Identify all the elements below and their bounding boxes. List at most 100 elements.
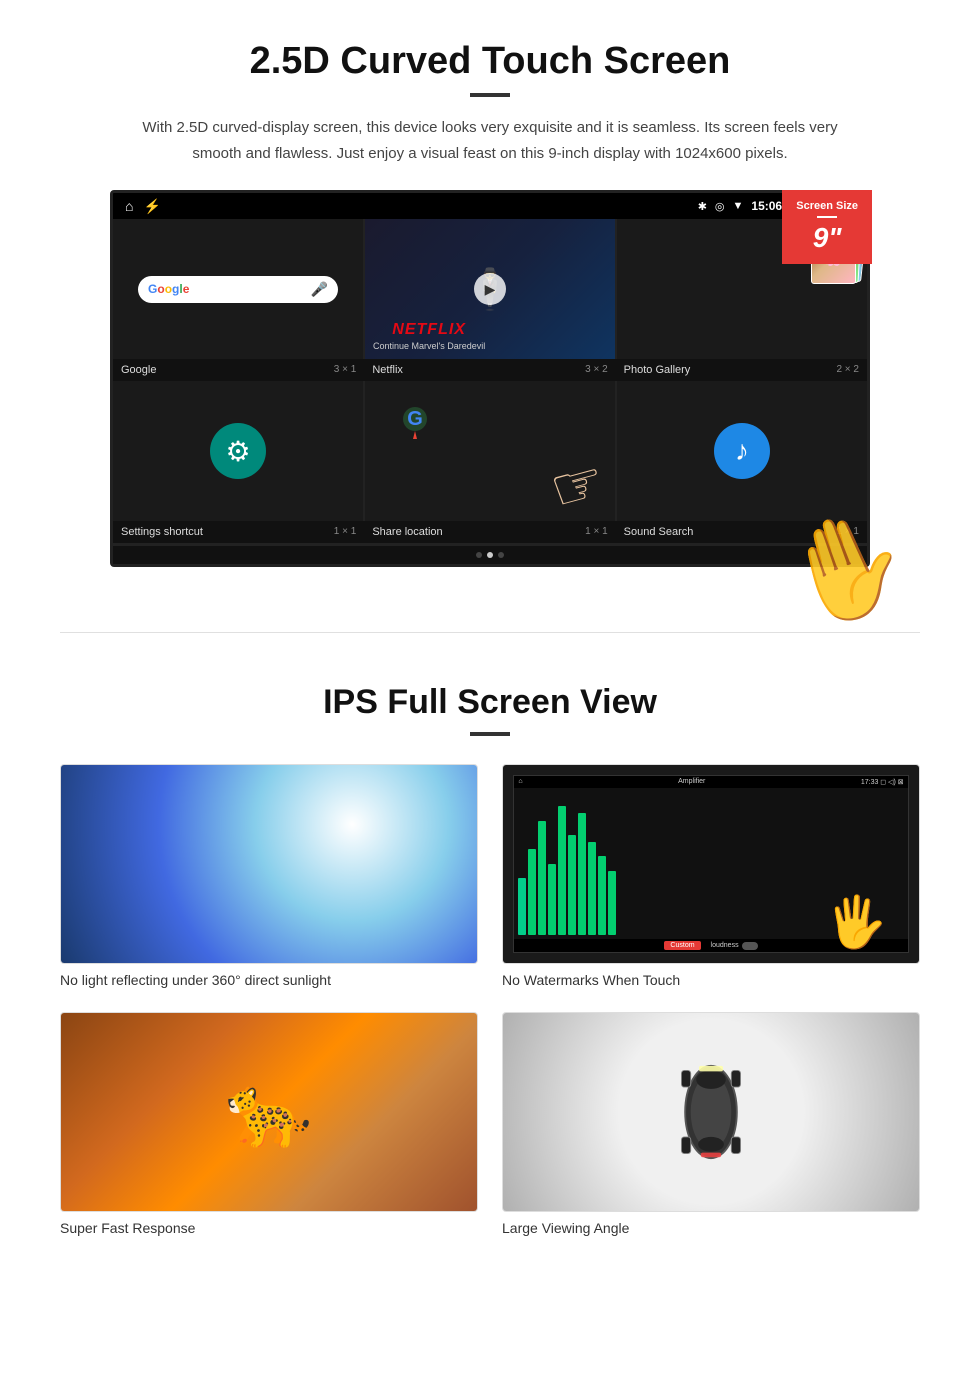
pointing-hand-icon: ☞: [543, 445, 613, 521]
sound-label: Sound Search 1 × 1: [616, 521, 867, 543]
home-icon[interactable]: ⌂: [125, 198, 133, 214]
sunlight-image: [60, 764, 478, 964]
sunlight-visual: [61, 765, 477, 963]
gallery-label: Photo Gallery 2 × 2: [616, 359, 867, 381]
amp-home-icon: ⌂: [518, 778, 522, 785]
amp-time: 17:33 ◻ ◁) ⊠: [861, 778, 904, 786]
sound-app-name: Sound Search: [624, 526, 694, 538]
settings-app-name: Settings shortcut: [121, 526, 203, 538]
gallery-app-size: 2 × 2: [836, 364, 859, 376]
music-note-icon: ♪: [735, 435, 749, 467]
sound-search-app-cell[interactable]: ♪: [617, 381, 867, 521]
google-logo: Google: [148, 282, 189, 296]
eq-bar-1: [518, 878, 526, 935]
app-grid-row1: Google 🎤 🕴 ▶ NETFLIX Continue Marvel's D…: [113, 219, 867, 359]
cheetah-visual: 🐆: [61, 1013, 477, 1211]
settings-icon-circle: ⚙: [210, 423, 266, 479]
custom-button[interactable]: Custom: [664, 941, 700, 950]
feature-sunlight: No light reflecting under 360° direct su…: [60, 764, 478, 988]
google-app-cell[interactable]: Google 🎤: [113, 219, 363, 359]
amplifier-label: No Watermarks When Touch: [502, 972, 920, 988]
location-icon: ◎: [715, 200, 725, 213]
share-app-size: 1 × 1: [585, 526, 608, 538]
google-app-name: Google: [121, 364, 156, 376]
feature-grid: No light reflecting under 360° direct su…: [60, 764, 920, 1236]
netflix-app-size: 3 × 2: [585, 364, 608, 376]
sunlight-label: No light reflecting under 360° direct su…: [60, 972, 478, 988]
play-button[interactable]: ▶: [474, 273, 506, 305]
section1-title: 2.5D Curved Touch Screen: [60, 40, 920, 83]
eq-bar-4: [548, 864, 556, 936]
dot-1[interactable]: [476, 552, 482, 558]
car-image: [502, 1012, 920, 1212]
section-curved-screen: 2.5D Curved Touch Screen With 2.5D curve…: [0, 0, 980, 602]
netflix-app-name: Netflix: [372, 364, 403, 376]
section1-description: With 2.5D curved-display screen, this de…: [140, 115, 840, 166]
section-ips-screen: IPS Full Screen View No light reflecting…: [0, 663, 980, 1276]
screen-size-badge: Screen Size 9": [782, 190, 872, 264]
eq-bar-9: [598, 856, 606, 935]
settings-app-cell[interactable]: ⚙: [113, 381, 363, 521]
dot-2[interactable]: [487, 552, 493, 558]
amp-title: Amplifier: [678, 778, 705, 785]
eq-bar-7: [578, 813, 586, 935]
section2-title: IPS Full Screen View: [60, 683, 920, 722]
netflix-content: NETFLIX Continue Marvel's Daredevil: [373, 321, 485, 351]
maps-icon: G: [395, 401, 435, 451]
bluetooth-icon: ✱: [698, 200, 707, 213]
status-time: 15:06: [751, 199, 782, 213]
settings-app-size: 1 × 1: [334, 526, 357, 538]
netflix-app-cell[interactable]: 🕴 ▶ NETFLIX Continue Marvel's Daredevil: [365, 219, 615, 359]
status-bar: ⌂ ⚡ ✱ ◎ ▼ 15:06 ◻ ◁) ⊠ ▭: [113, 193, 867, 219]
gear-icon: ⚙: [225, 435, 250, 468]
google-search-bar[interactable]: Google 🎤: [138, 276, 338, 303]
amp-header: ⌂ Amplifier 17:33 ◻ ◁) ⊠: [514, 776, 907, 788]
cheetah-icon: 🐆: [225, 1071, 312, 1153]
feature-car: Large Viewing Angle: [502, 1012, 920, 1236]
car-svg: [671, 1052, 751, 1172]
amp-hand-icon: 🖐: [825, 893, 887, 952]
amp-screen: ⌂ Amplifier 17:33 ◻ ◁) ⊠: [513, 775, 908, 953]
share-label: Share location 1 × 1: [364, 521, 615, 543]
usb-icon: ⚡: [143, 198, 160, 215]
svg-text:G: G: [407, 408, 423, 430]
netflix-logo: NETFLIX: [373, 321, 485, 339]
app-labels-row2: Settings shortcut 1 × 1 Share location 1…: [113, 521, 867, 546]
cheetah-image: 🐆: [60, 1012, 478, 1212]
dot-3[interactable]: [498, 552, 504, 558]
netflix-subtitle: Continue Marvel's Daredevil: [373, 341, 485, 351]
eq-bar-6: [568, 835, 576, 935]
amplifier-image: ⌂ Amplifier 17:33 ◻ ◁) ⊠: [502, 764, 920, 964]
title-divider: [470, 93, 510, 97]
eq-bar-10: [608, 871, 616, 935]
pagination-dots: [113, 546, 867, 564]
netflix-label: Netflix 3 × 2: [364, 359, 615, 381]
app-labels-row1: Google 3 × 1 Netflix 3 × 2 Photo Gallery…: [113, 359, 867, 381]
section-divider: [60, 632, 920, 633]
feature-amplifier: ⌂ Amplifier 17:33 ◻ ◁) ⊠: [502, 764, 920, 988]
eq-bar-3: [538, 821, 546, 936]
eq-bar-2: [528, 849, 536, 935]
google-app-size: 3 × 1: [334, 364, 357, 376]
settings-label: Settings shortcut 1 × 1: [113, 521, 364, 543]
eq-bar-8: [588, 842, 596, 935]
section2-divider: [470, 732, 510, 736]
mic-icon[interactable]: 🎤: [311, 281, 328, 298]
badge-label: Screen Size: [796, 200, 858, 212]
feature-cheetah: 🐆 Super Fast Response: [60, 1012, 478, 1236]
wifi-icon: ▼: [733, 200, 744, 212]
device-screen: ⌂ ⚡ ✱ ◎ ▼ 15:06 ◻ ◁) ⊠ ▭: [110, 190, 870, 567]
sound-app-size: 1 × 1: [836, 526, 859, 538]
share-app-name: Share location: [372, 526, 442, 538]
car-visual: [503, 1013, 919, 1211]
eq-bar-5: [558, 806, 566, 935]
google-label: Google 3 × 1: [113, 359, 364, 381]
music-icon-circle: ♪: [714, 423, 770, 479]
share-location-app-cell[interactable]: G ☞: [365, 381, 615, 521]
status-bar-left: ⌂ ⚡: [125, 198, 161, 215]
cheetah-label: Super Fast Response: [60, 1220, 478, 1236]
loudness-text: loudness: [711, 941, 758, 950]
app-grid-row2: ⚙ G ☞ ♪: [113, 381, 867, 521]
badge-divider: [817, 216, 837, 218]
loudness-toggle[interactable]: [742, 942, 758, 950]
